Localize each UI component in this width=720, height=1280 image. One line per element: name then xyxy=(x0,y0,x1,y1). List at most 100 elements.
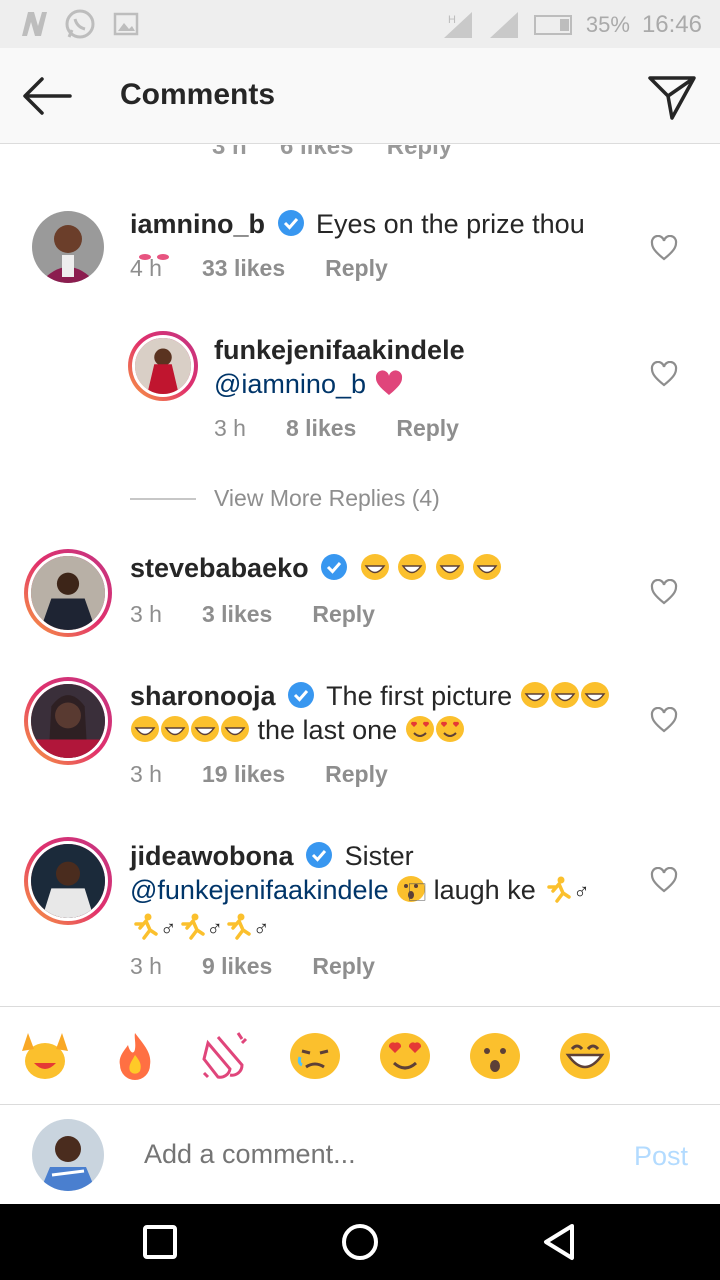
comment-text: the last one xyxy=(257,715,398,745)
grinning-emoji-icon xyxy=(221,716,249,742)
page-title: Comments xyxy=(120,78,276,111)
comment-composer: Post xyxy=(0,1104,720,1204)
home-icon[interactable] xyxy=(340,1222,380,1262)
grinning-emoji-icon xyxy=(191,716,219,742)
avatar[interactable] xyxy=(128,331,198,401)
back-arrow-icon[interactable] xyxy=(20,74,74,118)
like-heart-icon[interactable] xyxy=(650,707,678,733)
avatar[interactable] xyxy=(24,549,112,637)
grinning-emoji-icon xyxy=(520,682,549,708)
clock: 16:46 xyxy=(641,11,702,38)
laughing-emojis xyxy=(360,553,503,583)
verified-badge-icon xyxy=(306,842,333,868)
reply-link[interactable]: Reply xyxy=(396,415,459,442)
cut-off-meta-row: 3 h 6 likes Reply xyxy=(212,145,453,160)
comment-meta: 4 h 33 likes Reply xyxy=(130,255,388,282)
battery-icon xyxy=(533,15,572,35)
signal-h-icon: H xyxy=(443,12,472,38)
username[interactable]: jideawobona xyxy=(130,841,294,871)
verified-badge-icon xyxy=(288,682,315,708)
top-bar: Comments xyxy=(0,48,720,144)
verified-badge-icon xyxy=(321,554,348,580)
comment-list[interactable]: 3 h 6 likes Reply iamnino_b Eyes on the … xyxy=(0,145,720,1007)
comment-time: 4 h xyxy=(130,255,162,281)
grinning-emoji-icon xyxy=(550,682,579,708)
comment-meta: 3 h 9 likes Reply xyxy=(130,953,375,980)
reply-link[interactable]: Reply xyxy=(312,601,375,628)
mention-link[interactable]: @iamnino_b xyxy=(214,369,366,399)
reply-link[interactable]: Reply xyxy=(325,761,388,788)
like-heart-icon[interactable] xyxy=(650,235,678,261)
grinning-emoji-icon xyxy=(360,554,389,580)
clapping-hands-emoji-icon[interactable] xyxy=(198,1029,252,1083)
username[interactable]: iamnino_b xyxy=(130,209,265,239)
system-nav-bar xyxy=(0,1204,720,1280)
comment-time: 3 h xyxy=(214,415,246,441)
back-icon[interactable] xyxy=(540,1222,580,1262)
svg-text:H: H xyxy=(448,14,456,26)
signal-icon xyxy=(489,12,518,38)
username[interactable]: sharonooja xyxy=(130,681,276,711)
person-running-emoji-icon xyxy=(227,913,251,940)
heart-eyes-emoji-icon[interactable] xyxy=(378,1029,432,1083)
avatar[interactable] xyxy=(32,211,104,283)
grinning-emoji-icon xyxy=(398,554,427,580)
avatar[interactable] xyxy=(24,837,112,925)
raising-hands-emoji-icon[interactable] xyxy=(18,1029,72,1083)
surprised-face-emoji-icon[interactable] xyxy=(468,1029,522,1083)
likes-count[interactable]: 33 likes xyxy=(202,255,285,282)
comment-text: The first picture xyxy=(326,681,513,711)
comment-meta: 3 h 8 likes Reply xyxy=(214,415,459,442)
heart-eyes-emoji-icon xyxy=(405,716,434,742)
likes-count[interactable]: 3 likes xyxy=(202,601,272,628)
person-running-emoji-icon xyxy=(180,913,205,940)
reply-link[interactable]: Reply xyxy=(325,255,388,282)
comment-time: 3 h xyxy=(130,761,162,787)
grinning-emoji-icon xyxy=(435,554,464,580)
reply-link[interactable]: Reply xyxy=(312,953,375,980)
likes-count[interactable]: 8 likes xyxy=(286,415,356,442)
person-running-emoji-icon xyxy=(547,876,571,903)
likes-count[interactable]: 9 likes xyxy=(202,953,272,980)
comment-text: Eyes on the prize thou xyxy=(316,209,585,239)
pink-heart-emoji-icon xyxy=(375,370,402,395)
view-more-label[interactable]: View More Replies (4) xyxy=(214,485,440,512)
crying-face-emoji-icon[interactable] xyxy=(288,1029,342,1083)
comment-text: Sister xyxy=(344,841,414,871)
divider-line xyxy=(130,497,196,500)
battery-percent: 35% xyxy=(585,12,630,37)
fire-emoji-icon[interactable] xyxy=(108,1029,162,1083)
notification-n-icon xyxy=(22,12,47,36)
comment-time: 3 h xyxy=(130,601,162,627)
direct-message-icon[interactable] xyxy=(646,70,698,122)
mention-link[interactable]: @funkejenifaakindele xyxy=(130,875,389,905)
person-running-emoji-icon xyxy=(134,913,158,940)
comment-time: 3 h xyxy=(130,953,162,979)
like-heart-icon[interactable] xyxy=(650,579,678,605)
like-heart-icon[interactable] xyxy=(650,867,678,893)
likes-count[interactable]: 19 likes xyxy=(202,761,285,788)
grinning-emoji-icon xyxy=(473,554,502,580)
username[interactable]: funkejenifaakindele xyxy=(214,333,634,367)
quick-emoji-bar xyxy=(0,1006,720,1104)
comment-meta: 3 h 3 likes Reply xyxy=(130,601,375,628)
avatar[interactable] xyxy=(24,677,112,765)
verified-badge-icon xyxy=(277,210,304,236)
image-icon xyxy=(113,12,139,36)
comment-meta: 3 h 19 likes Reply xyxy=(130,761,388,788)
heart-eyes-emoji-icon xyxy=(435,716,464,742)
grinning-emoji-icon xyxy=(161,716,189,742)
comment-text: laugh ke xyxy=(433,875,536,905)
surprised-emoji-icon xyxy=(397,876,426,902)
username[interactable]: stevebabaeko xyxy=(130,553,309,583)
grinning-face-emoji-icon[interactable] xyxy=(558,1029,612,1083)
post-button[interactable]: Post xyxy=(634,1141,688,1172)
status-bar: H 35% 16:46 xyxy=(0,0,720,48)
comment-input[interactable] xyxy=(144,1139,584,1170)
recent-apps-icon[interactable] xyxy=(140,1222,180,1262)
like-heart-icon[interactable] xyxy=(650,361,678,387)
grinning-emoji-icon xyxy=(580,682,609,708)
my-avatar xyxy=(32,1119,104,1191)
view-more-replies[interactable]: View More Replies (4) xyxy=(130,485,440,512)
grinning-emoji-icon xyxy=(131,716,159,742)
